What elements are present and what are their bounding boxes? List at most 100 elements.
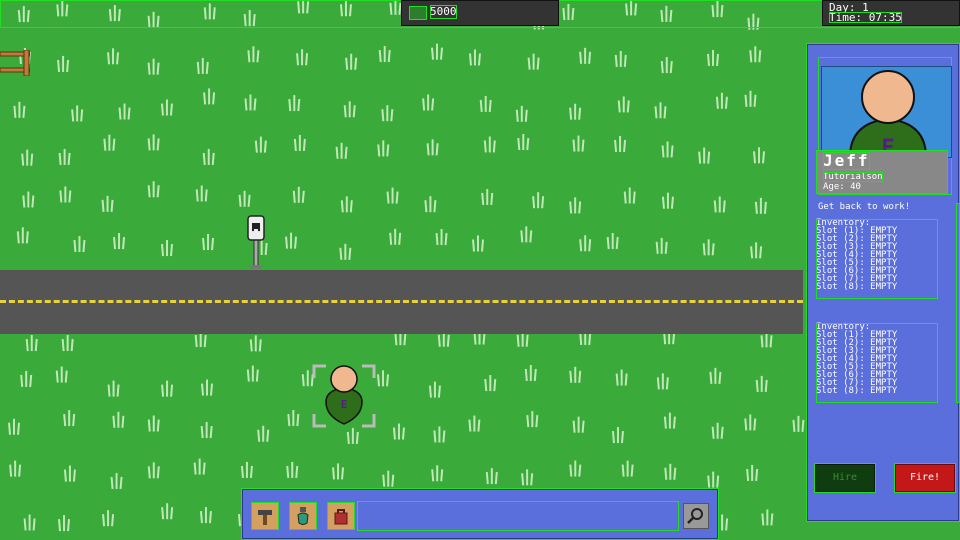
- grass-tuft: [286, 461, 299, 478]
- grass-tuft: [611, 427, 624, 444]
- grass-tuft: [526, 411, 539, 428]
- bus-stop-sign[interactable]: [247, 214, 265, 270]
- grass-tuft: [63, 410, 76, 427]
- grass-tuft: [749, 46, 762, 63]
- grass-tuft: [615, 369, 628, 386]
- grass-tuft: [623, 187, 636, 204]
- money-icon: [409, 6, 427, 20]
- grass-tuft: [392, 423, 405, 440]
- grass-tuft: [196, 57, 209, 74]
- potion-icon: [297, 507, 309, 525]
- worker-info-panel: E Jeff Tutorialson Age: 40 Get back to w…: [806, 43, 960, 522]
- top-bar: 5000 Day: 1 Time: 07:35: [0, 0, 960, 28]
- money-display: 5000: [401, 0, 559, 26]
- grass-tuft: [433, 426, 446, 443]
- grass-tuft: [285, 232, 298, 249]
- grass-tuft: [161, 503, 174, 520]
- grass-tuft: [288, 95, 301, 112]
- grass-tuft: [201, 379, 213, 396]
- grass-tuft: [378, 46, 391, 63]
- grass-tuft: [8, 418, 20, 435]
- fire-button[interactable]: Fire!: [894, 463, 956, 493]
- grass-tuft: [113, 233, 126, 250]
- grass-tuft: [754, 197, 767, 214]
- grass-tuft: [431, 465, 444, 482]
- grass-tuft: [422, 94, 435, 111]
- grass-tuft: [707, 49, 720, 66]
- grass-tuft: [61, 335, 74, 352]
- inventory-slot[interactable]: Slot (8): EMPTY: [816, 387, 938, 396]
- svg-text:E: E: [341, 398, 348, 411]
- grass-tuft: [572, 416, 585, 433]
- grass-tuft: [428, 381, 441, 398]
- grass-tuft: [101, 195, 114, 212]
- grass-tuft: [744, 414, 757, 431]
- grass-tuft: [107, 48, 120, 65]
- grass-tuft: [377, 140, 390, 157]
- hammer-tool-button[interactable]: [251, 502, 279, 530]
- bag-tool-button[interactable]: [327, 502, 355, 530]
- grass-tuft: [160, 99, 173, 116]
- grass-tuft: [257, 425, 270, 442]
- grass-tuft: [296, 49, 309, 66]
- inventory-list[interactable]: Inventory: Slot (1): EMPTY Slot (2): EMP…: [816, 323, 938, 403]
- grass-tuft: [654, 102, 667, 119]
- grass-tuft: [698, 147, 711, 164]
- grass-tuft: [147, 134, 160, 151]
- worker-status-message: Get back to work!: [818, 202, 911, 212]
- grass-tuft: [483, 136, 496, 153]
- worker-name-card: Jeff Tutorialson Age: 40: [816, 150, 948, 194]
- inventory-list[interactable]: Inventory: Slot (1): EMPTY Slot (2): EMP…: [816, 219, 938, 299]
- grass-tuft: [431, 43, 444, 60]
- grass-tuft: [655, 237, 668, 254]
- grass-tuft: [23, 514, 36, 531]
- inventory-scrollbar[interactable]: [956, 203, 960, 403]
- grass-tuft: [656, 373, 669, 390]
- grass-tuft: [147, 58, 160, 75]
- grass-tuft: [479, 95, 492, 113]
- grass-tuft: [527, 53, 540, 70]
- grass-tuft: [614, 50, 627, 68]
- grass-tuft: [161, 240, 174, 257]
- grass-tuft: [702, 239, 715, 256]
- hire-button[interactable]: Hire: [814, 463, 876, 493]
- grass-tuft: [58, 148, 71, 166]
- grass-tuft: [569, 197, 582, 214]
- grass-tuft: [254, 136, 267, 153]
- grass-tuft: [287, 410, 300, 427]
- grass-tuft: [569, 103, 582, 120]
- grass-tuft: [199, 507, 212, 524]
- grass-tuft: [118, 103, 131, 120]
- grass-tuft: [73, 235, 86, 253]
- inventory-slot[interactable]: Slot (8): EMPTY: [816, 283, 938, 292]
- grass-tuft: [524, 364, 537, 382]
- grass-tuft: [382, 470, 395, 487]
- grass-tuft: [713, 196, 726, 213]
- grass-tuft: [660, 57, 673, 74]
- toolbar-item-area[interactable]: [357, 501, 679, 531]
- grass-tuft: [755, 375, 768, 392]
- search-button[interactable]: [683, 503, 709, 529]
- grass-tuft: [21, 149, 34, 166]
- grass-tuft: [202, 233, 215, 251]
- grass-tuft: [200, 422, 213, 439]
- grass-tuft: [147, 462, 160, 479]
- grass-tuft: [435, 229, 448, 246]
- grass-tuft: [579, 47, 592, 64]
- grass-tuft: [147, 181, 160, 198]
- grass-tuft: [346, 427, 359, 444]
- money-value: 5000: [430, 5, 457, 19]
- grass-tuft: [753, 147, 766, 164]
- worker-portrait-icon: E: [848, 70, 928, 157]
- grass-tuft: [761, 509, 774, 526]
- potion-tool-button[interactable]: [289, 502, 317, 530]
- grass-tuft: [468, 49, 481, 66]
- grass-tuft: [345, 53, 358, 70]
- grass-tuft: [532, 192, 545, 209]
- worker-character[interactable]: E: [312, 364, 376, 428]
- grass-tuft: [606, 233, 619, 250]
- grass-tuft: [9, 460, 22, 477]
- grass-tuft: [485, 468, 498, 485]
- grass-tuft: [750, 242, 763, 259]
- grass-tuft: [238, 190, 251, 207]
